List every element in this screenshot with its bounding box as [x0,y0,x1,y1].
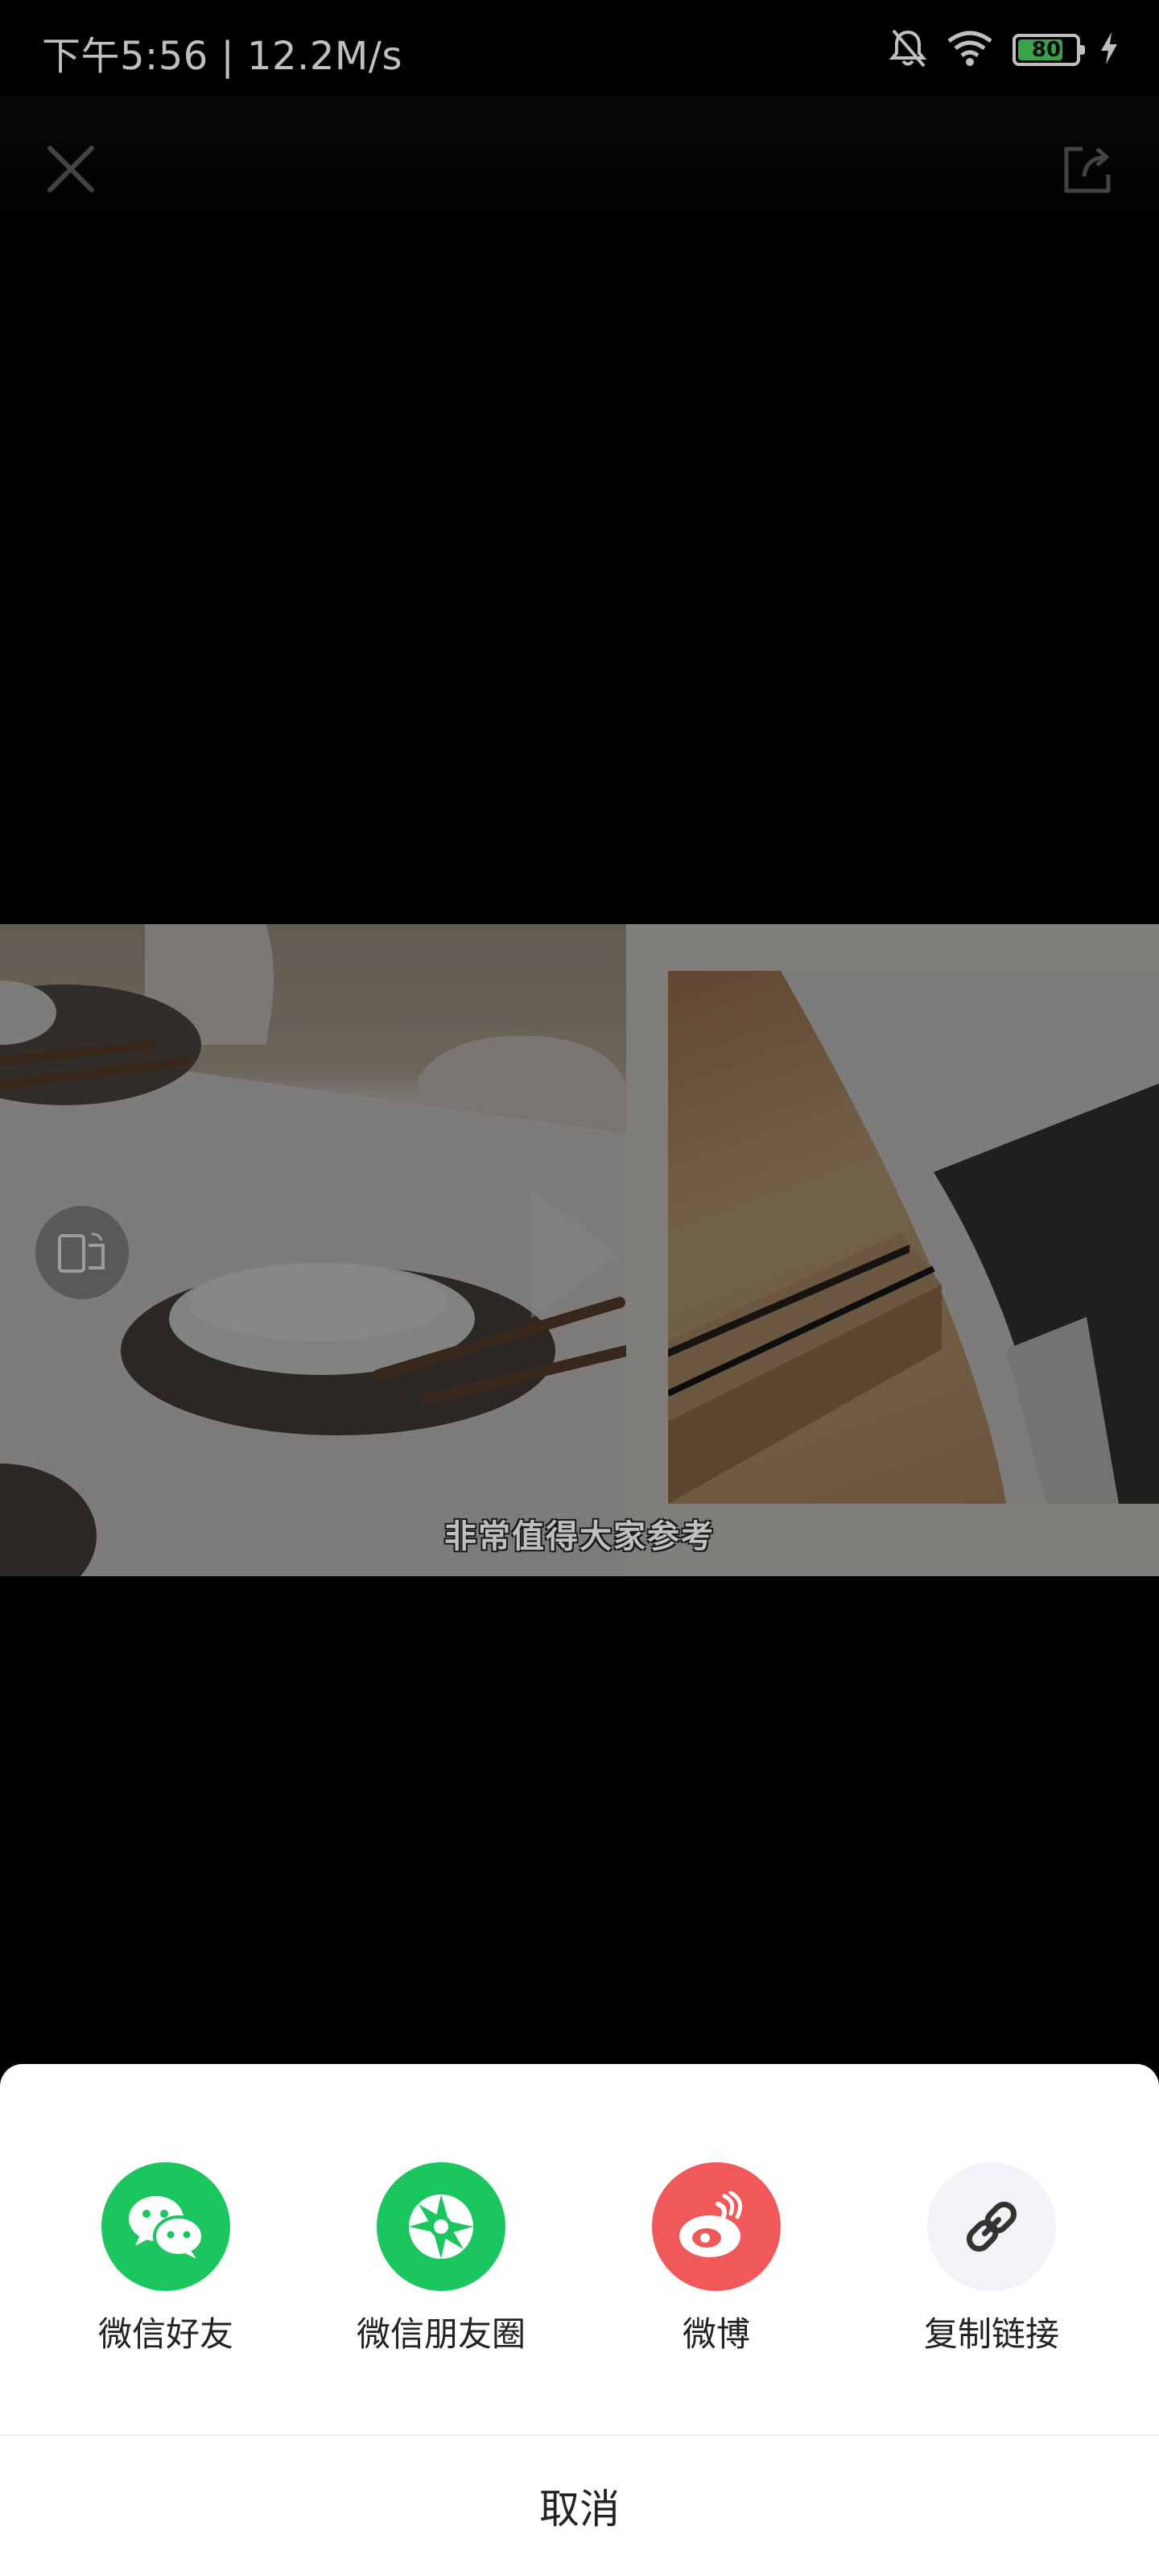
share-options: 微信好友 微信朋友圈 微博 复制链接 [0,2162,1159,2372]
share-sheet: 微信好友 微信朋友圈 微博 复制链接 取消 [0,2064,1159,2576]
wechat-icon [129,2196,204,2259]
share-option-label: 微博 [682,2314,750,2354]
share-option-label: 微信好友 [97,2314,233,2354]
share-weibo[interactable]: 微博 [596,2162,837,2356]
share-wechat-friend[interactable]: 微信好友 [45,2162,287,2356]
share-option-circle [652,2162,781,2291]
share-wechat-moments[interactable]: 微信朋友圈 [320,2162,562,2356]
weibo-icon [679,2191,743,2257]
share-option-circle [101,2162,230,2291]
share-option-label: 复制链接 [923,2314,1059,2354]
share-copy-link[interactable]: 复制链接 [871,2162,1112,2356]
cancel-button[interactable]: 取消 [0,2436,1159,2576]
share-option-circle [927,2162,1056,2291]
link-icon [966,2201,1017,2252]
share-option-circle [377,2162,505,2291]
share-option-label: 微信朋友圈 [356,2314,526,2354]
moments-icon [409,2194,473,2259]
